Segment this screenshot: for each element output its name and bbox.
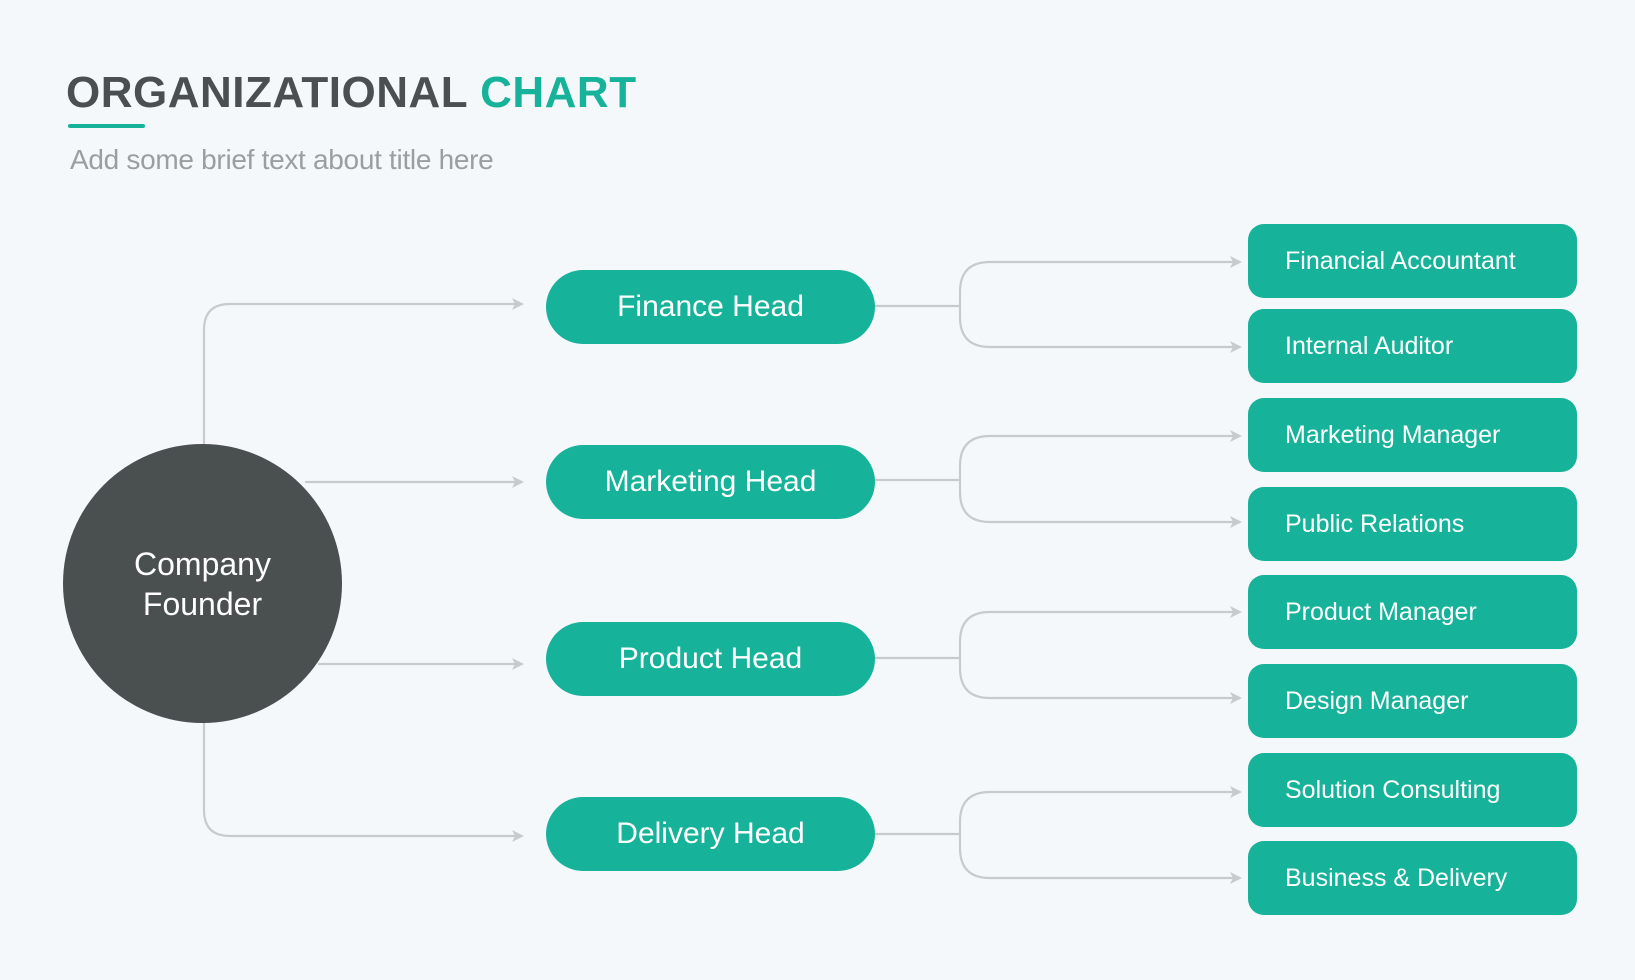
head-node-marketing[interactable]: Marketing Head: [546, 445, 875, 519]
role-label: Public Relations: [1285, 509, 1465, 538]
role-node-solution-consulting[interactable]: Solution Consulting: [1248, 753, 1577, 827]
role-label: Internal Auditor: [1285, 331, 1454, 360]
head-node-product[interactable]: Product Head: [546, 622, 875, 696]
role-label: Product Manager: [1285, 597, 1477, 626]
connector-founder-delivery: [202, 722, 524, 842]
head-label: Product Head: [618, 642, 803, 675]
head-label: Marketing Head: [604, 465, 817, 498]
role-node-design-manager[interactable]: Design Manager: [1248, 664, 1577, 738]
role-label: Financial Accountant: [1285, 246, 1516, 275]
head-node-delivery[interactable]: Delivery Head: [546, 797, 875, 871]
connector-marketing-report-2: [958, 480, 1242, 528]
role-node-business-delivery[interactable]: Business & Delivery: [1248, 841, 1577, 915]
role-label: Design Manager: [1285, 686, 1469, 715]
connector-finance-report-2: [958, 306, 1242, 353]
connector-delivery-report-2: [958, 834, 1242, 884]
connector-delivery-report-1: [958, 786, 1242, 834]
connector-marketing-report-1: [958, 430, 1242, 480]
role-node-product-manager[interactable]: Product Manager: [1248, 575, 1577, 649]
connector-product-report-1: [958, 606, 1242, 658]
connector-founder-finance: [202, 298, 524, 444]
head-label: Delivery Head: [616, 817, 805, 850]
role-node-public-relations[interactable]: Public Relations: [1248, 487, 1577, 561]
head-label: Finance Head: [617, 290, 804, 323]
head-node-finance[interactable]: Finance Head: [546, 270, 875, 344]
role-label: Solution Consulting: [1285, 775, 1501, 804]
role-node-marketing-manager[interactable]: Marketing Manager: [1248, 398, 1577, 472]
connector-finance-report-1: [958, 256, 1242, 306]
founder-label: Company Founder: [134, 545, 271, 622]
connector-product-report-2: [958, 658, 1242, 704]
role-node-financial-accountant[interactable]: Financial Accountant: [1248, 224, 1577, 298]
role-label: Marketing Manager: [1285, 420, 1501, 449]
founder-node[interactable]: Company Founder: [63, 444, 342, 723]
role-node-internal-auditor[interactable]: Internal Auditor: [1248, 309, 1577, 383]
role-label: Business & Delivery: [1285, 863, 1508, 892]
